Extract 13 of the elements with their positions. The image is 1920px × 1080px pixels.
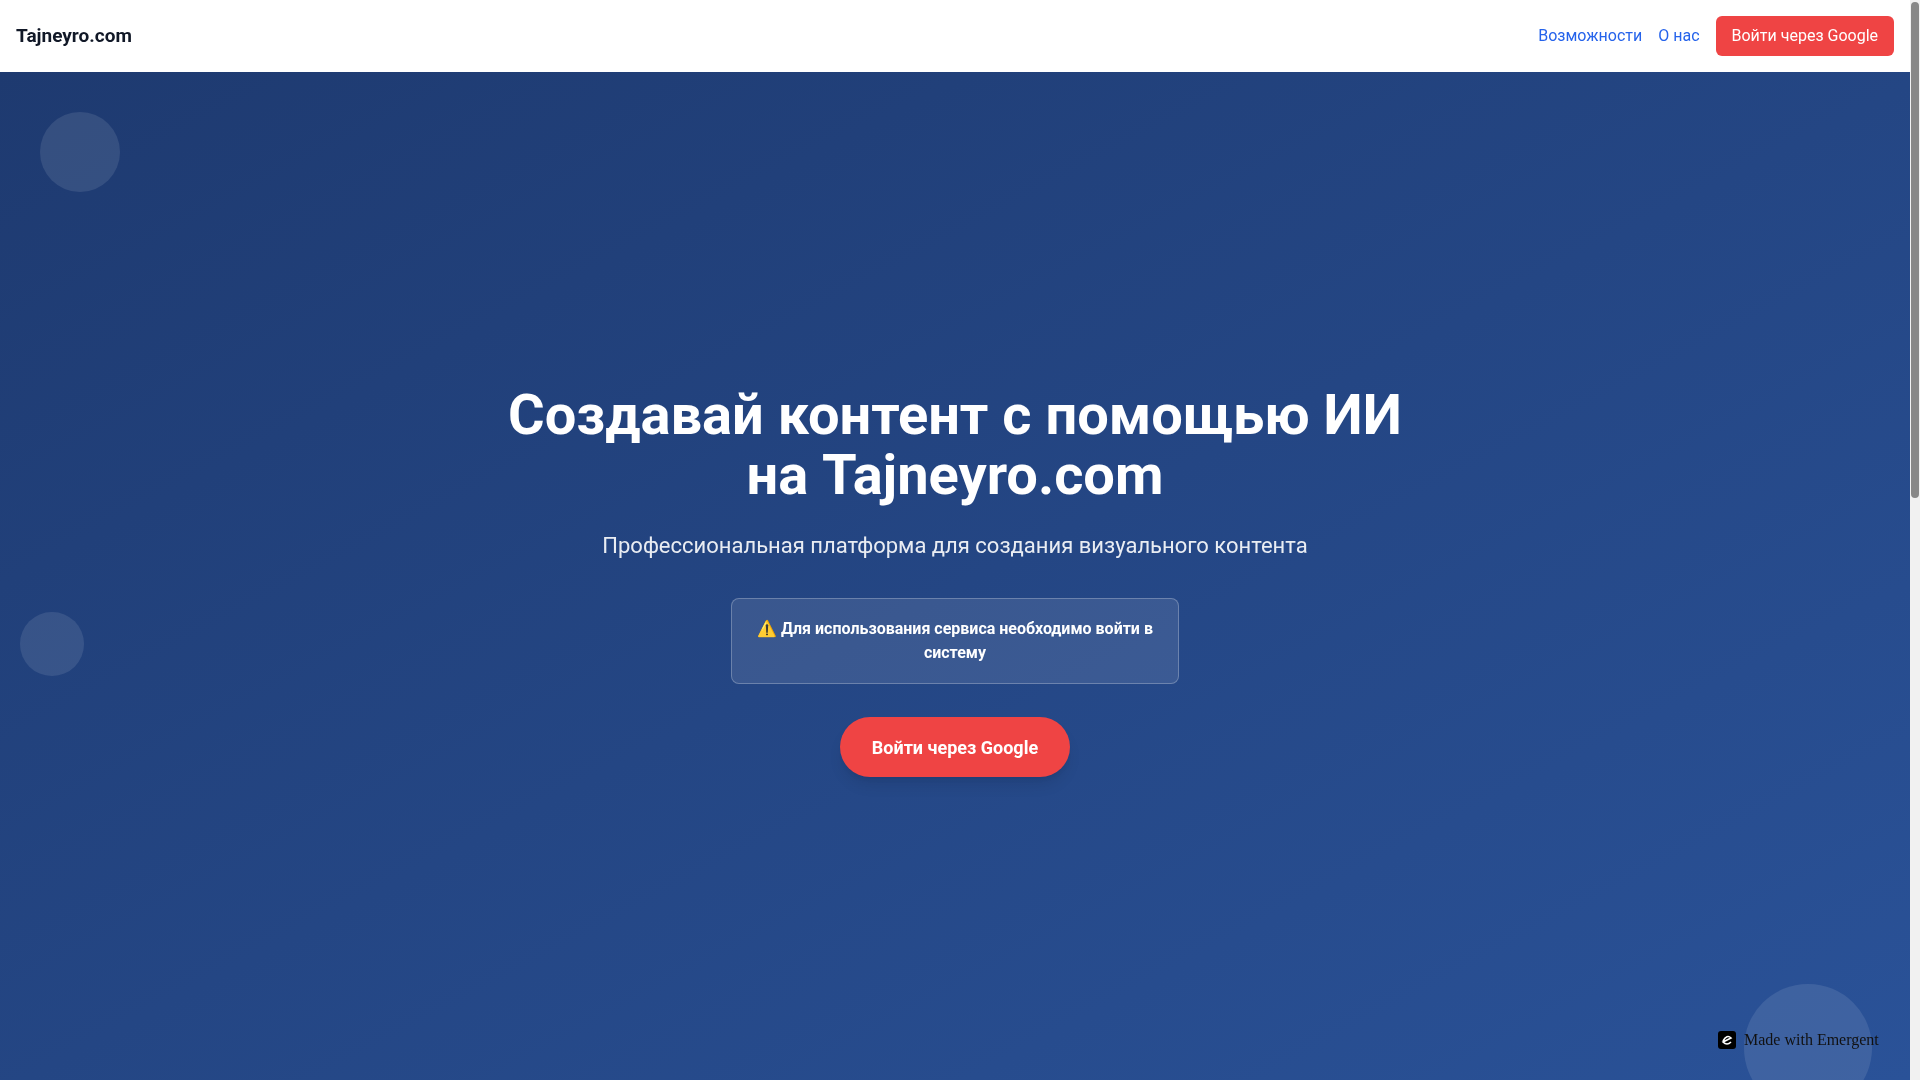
- nav-link[interactable]: Возможности: [1538, 24, 1643, 48]
- scrollbar-thumb[interactable]: [1911, 2, 1919, 498]
- hero-subtitle: Профессиональная платформа для создания визуального контента: [602, 532, 1308, 560]
- hero-title: Создавай контент с помощью ИИ на Tajneyro.com: [508, 385, 1402, 505]
- site-logo[interactable]: Tajneyro.com: [16, 21, 132, 51]
- scrollbar[interactable]: [1910, 0, 1920, 1080]
- emergent-logo-icon: [1718, 1031, 1736, 1049]
- nav-link[interactable]: О нас: [1658, 24, 1700, 48]
- login-alert: ⚠ Для использования сервиса необходимо войти в систему: [731, 598, 1179, 684]
- made-with-badge[interactable]: Made with Emergent: [1718, 1028, 1879, 1052]
- hero-login-button[interactable]: Войти через Google: [840, 717, 1070, 777]
- badge-text: Made with Emergent: [1744, 1030, 1879, 1051]
- login-button[interactable]: Войти через Google: [1715, 16, 1894, 56]
